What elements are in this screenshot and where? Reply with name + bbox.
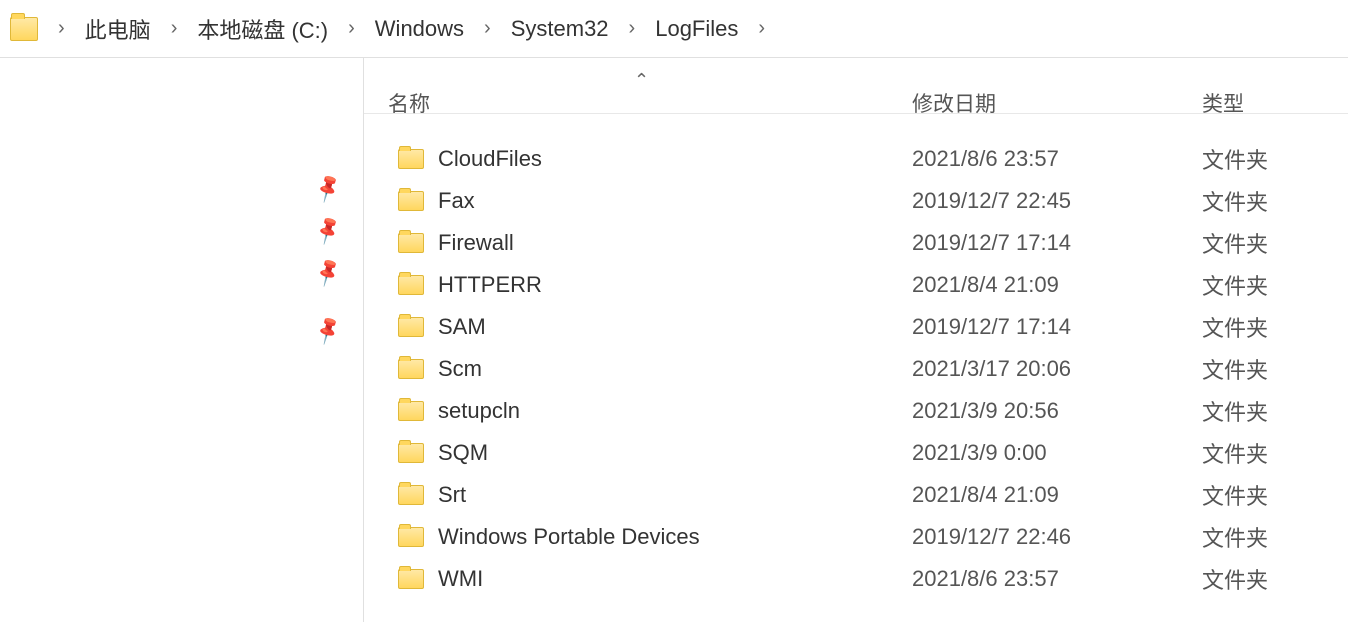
file-type: 文件夹: [1186, 395, 1268, 427]
column-header-date[interactable]: 修改日期: [896, 88, 1186, 118]
folder-icon: [398, 527, 424, 547]
file-row[interactable]: Scm 2021/3/17 20:06文件夹: [364, 348, 1348, 390]
folder-icon: [398, 443, 424, 463]
content-area: 📌 📌 📌 📌 ⌃ 名称 修改日期 类型 CloudFiles 2021/8/6 …: [0, 58, 1348, 622]
file-date: 2021/8/4 21:09: [896, 272, 1186, 298]
file-name: Firewall: [438, 230, 514, 256]
file-type: 文件夹: [1186, 353, 1268, 385]
chevron-right-icon[interactable]: ›: [474, 17, 501, 40]
file-name-cell: CloudFiles: [364, 146, 896, 172]
file-row[interactable]: Windows Portable Devices 2019/12/7 22:46文…: [364, 516, 1348, 558]
file-date: 2019/12/7 22:46: [896, 524, 1186, 550]
file-name-cell: setupcln: [364, 398, 896, 424]
file-name: setupcln: [438, 398, 520, 424]
file-name: HTTPERR: [438, 272, 542, 298]
folder-icon: [398, 569, 424, 589]
file-type: 文件夹: [1186, 185, 1268, 217]
file-list: CloudFiles2021/8/6 23:57文件夹Fax2019/12/7 …: [364, 114, 1348, 600]
file-row[interactable]: CloudFiles 2021/8/6 23:57文件夹: [364, 138, 1348, 180]
file-type: 文件夹: [1186, 269, 1268, 301]
file-type: 文件夹: [1186, 563, 1268, 595]
chevron-right-icon[interactable]: ›: [161, 17, 188, 40]
file-date: 2021/8/4 21:09: [896, 482, 1186, 508]
folder-icon: [398, 485, 424, 505]
breadcrumb-item-drive[interactable]: 本地磁盘 (C:): [193, 11, 332, 47]
folder-icon: [398, 401, 424, 421]
file-type: 文件夹: [1186, 227, 1268, 259]
file-name-cell: Windows Portable Devices: [364, 524, 896, 550]
file-date: 2019/12/7 17:14: [896, 314, 1186, 340]
file-date: 2021/3/9 0:00: [896, 440, 1186, 466]
folder-icon: [398, 233, 424, 253]
file-row[interactable]: HTTPERR 2021/8/4 21:09文件夹: [364, 264, 1348, 306]
folder-icon: [398, 359, 424, 379]
file-row[interactable]: WMI 2021/8/6 23:57文件夹: [364, 558, 1348, 600]
file-name-cell: SQM: [364, 440, 896, 466]
file-type: 文件夹: [1186, 437, 1268, 469]
file-row[interactable]: Fax 2019/12/7 22:45文件夹: [364, 180, 1348, 222]
file-row[interactable]: Firewall 2019/12/7 17:14文件夹: [364, 222, 1348, 264]
file-name: Srt: [438, 482, 466, 508]
pin-icon[interactable]: 📌: [312, 171, 346, 205]
sidebar: 📌 📌 📌 📌: [0, 58, 364, 622]
file-row[interactable]: SAM 2019/12/7 17:14文件夹: [364, 306, 1348, 348]
file-type: 文件夹: [1186, 479, 1268, 511]
file-name: Windows Portable Devices: [438, 524, 700, 550]
file-name-cell: HTTPERR: [364, 272, 896, 298]
breadcrumb: › 此电脑 › 本地磁盘 (C:) › Windows › System32 ›…: [0, 0, 1348, 58]
file-name-cell: Scm: [364, 356, 896, 382]
chevron-right-icon[interactable]: ›: [748, 17, 775, 40]
folder-icon: [398, 149, 424, 169]
pin-icon[interactable]: 📌: [312, 255, 346, 289]
main-panel: ⌃ 名称 修改日期 类型 CloudFiles2021/8/6 23:57文件夹…: [364, 58, 1348, 622]
file-name: SQM: [438, 440, 488, 466]
file-name: Fax: [438, 188, 475, 214]
column-headers: 名称 修改日期 类型: [364, 58, 1348, 114]
folder-icon: [398, 191, 424, 211]
file-name: SAM: [438, 314, 486, 340]
file-type: 文件夹: [1186, 311, 1268, 343]
file-name-cell: Srt: [364, 482, 896, 508]
file-name-cell: WMI: [364, 566, 896, 592]
file-date: 2019/12/7 17:14: [896, 230, 1186, 256]
folder-icon[interactable]: [10, 17, 38, 41]
file-name: WMI: [438, 566, 483, 592]
file-date: 2021/3/17 20:06: [896, 356, 1186, 382]
column-header-type[interactable]: 类型: [1186, 88, 1244, 118]
breadcrumb-item-system32[interactable]: System32: [507, 14, 613, 44]
chevron-right-icon[interactable]: ›: [338, 17, 365, 40]
chevron-up-icon[interactable]: ⌃: [634, 70, 649, 91]
file-name-cell: Firewall: [364, 230, 896, 256]
file-type: 文件夹: [1186, 521, 1268, 553]
file-row[interactable]: setupcln 2021/3/9 20:56文件夹: [364, 390, 1348, 432]
chevron-right-icon[interactable]: ›: [619, 17, 646, 40]
chevron-right-icon[interactable]: ›: [48, 17, 75, 40]
file-date: 2019/12/7 22:45: [896, 188, 1186, 214]
file-name: Scm: [438, 356, 482, 382]
file-date: 2021/8/6 23:57: [896, 566, 1186, 592]
file-name: CloudFiles: [438, 146, 542, 172]
breadcrumb-item-logfiles[interactable]: LogFiles: [651, 14, 742, 44]
file-name-cell: SAM: [364, 314, 896, 340]
pin-icon[interactable]: 📌: [312, 313, 346, 347]
folder-icon: [398, 317, 424, 337]
pin-icon[interactable]: 📌: [312, 213, 346, 247]
file-type: 文件夹: [1186, 143, 1268, 175]
breadcrumb-item-pc[interactable]: 此电脑: [81, 11, 155, 47]
file-row[interactable]: SQM 2021/3/9 0:00文件夹: [364, 432, 1348, 474]
file-date: 2021/3/9 20:56: [896, 398, 1186, 424]
file-name-cell: Fax: [364, 188, 896, 214]
breadcrumb-item-windows[interactable]: Windows: [371, 14, 468, 44]
folder-icon: [398, 275, 424, 295]
column-header-name[interactable]: 名称: [364, 88, 896, 118]
file-row[interactable]: Srt 2021/8/4 21:09文件夹: [364, 474, 1348, 516]
file-date: 2021/8/6 23:57: [896, 146, 1186, 172]
